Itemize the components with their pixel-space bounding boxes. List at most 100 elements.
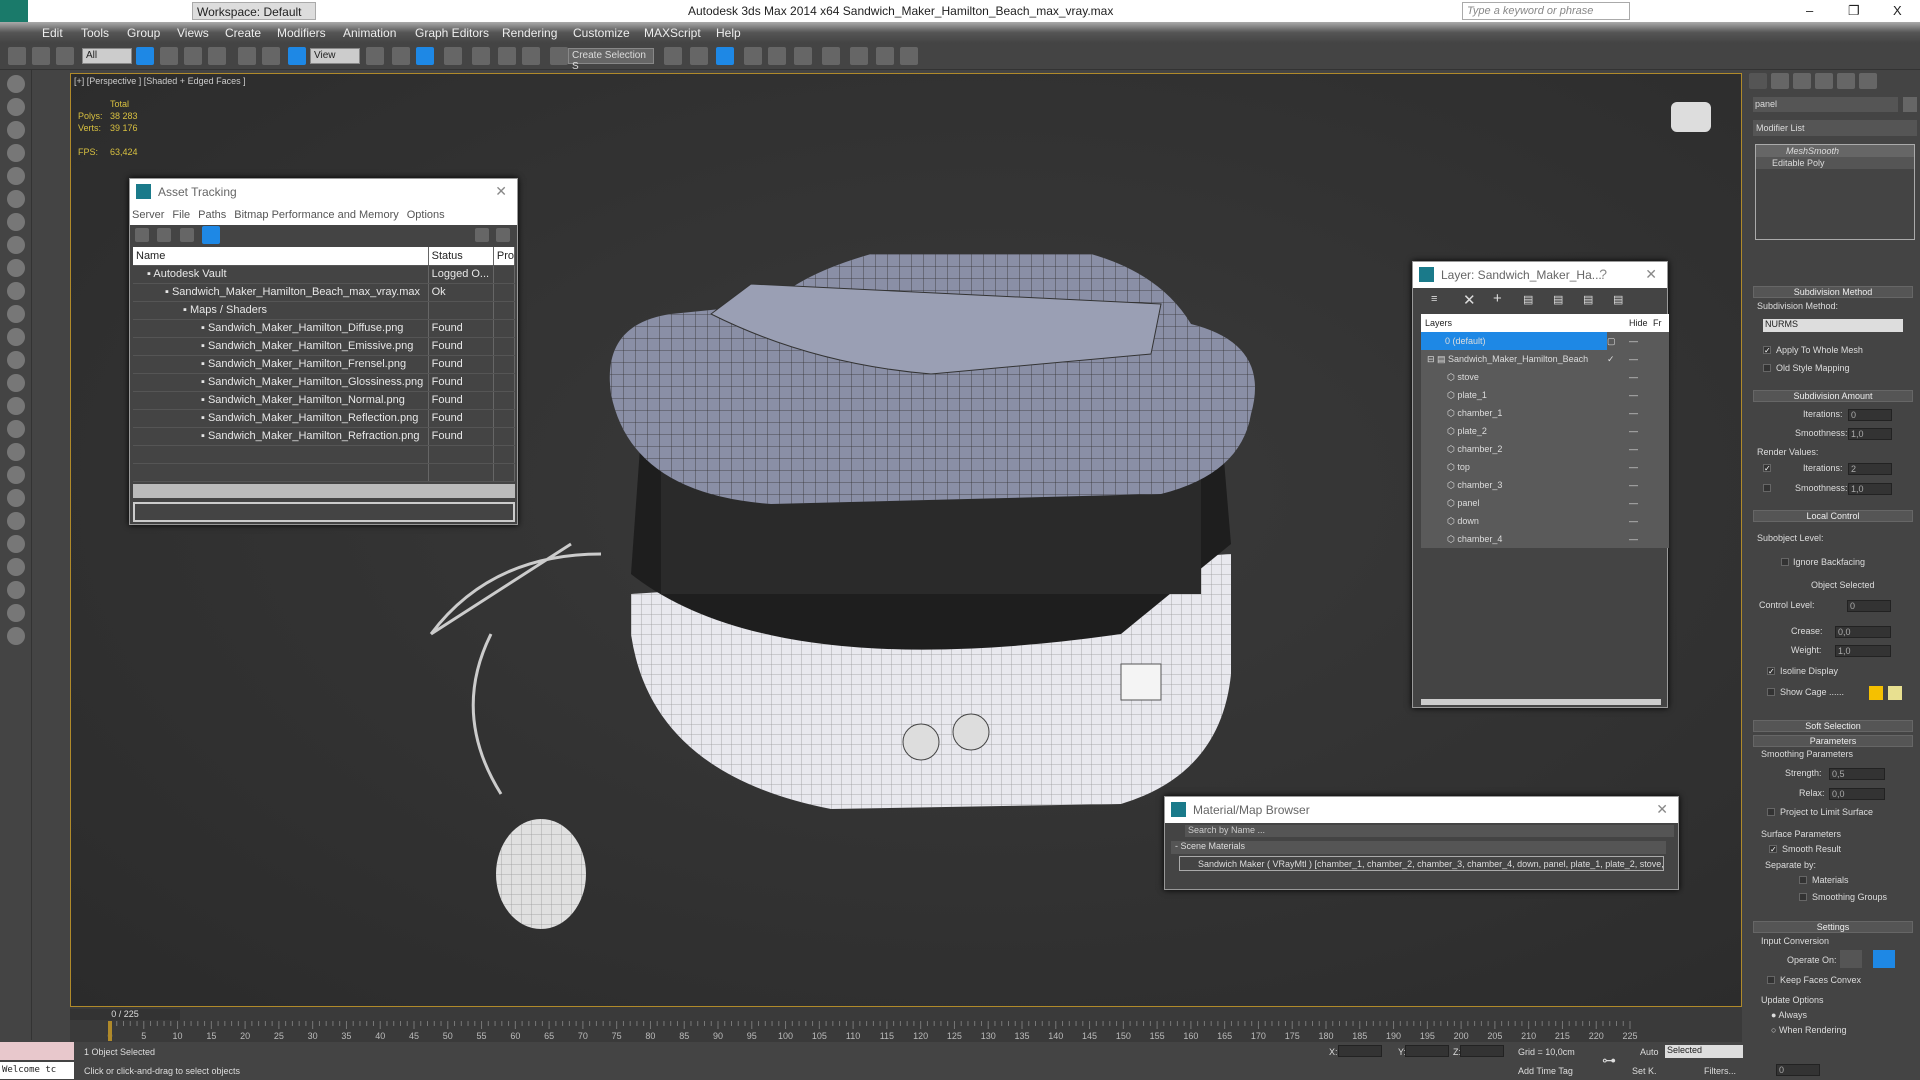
rotate-icon[interactable] (262, 47, 280, 65)
material-editor-icon[interactable] (822, 47, 840, 65)
selection-filter-dropdown[interactable]: All (82, 48, 132, 64)
menu-maxscript[interactable]: MAXScript (644, 26, 701, 40)
time-cursor[interactable] (108, 1021, 112, 1041)
motion-tab-icon[interactable] (1815, 73, 1833, 89)
tool-icon[interactable] (7, 627, 25, 645)
percent-snap-icon[interactable] (498, 47, 516, 65)
render-smoothness-spinner[interactable]: 1,0 (1848, 483, 1892, 495)
asset-row[interactable]: ▪ Sandwich_Maker_Hamilton_Normal.png Foun… (133, 391, 516, 410)
set-key-button[interactable]: Set K. (1632, 1066, 1657, 1076)
menu-views[interactable]: Views (177, 26, 209, 40)
keyboard-shortcut-icon[interactable] (416, 47, 434, 65)
utilities-tab-icon[interactable] (1859, 73, 1877, 89)
unlink-icon[interactable] (32, 47, 50, 65)
menu-paths[interactable]: Paths (198, 209, 226, 221)
tool-icon[interactable] (7, 351, 25, 369)
object-color-swatch[interactable] (1903, 97, 1917, 112)
scale-icon[interactable] (288, 47, 306, 65)
layer-object-row[interactable]: ⬡ plate_1— (1421, 386, 1669, 404)
delete-layer-icon[interactable]: ✕ (1463, 291, 1476, 309)
subdivision-method-dropdown[interactable]: NURMS (1763, 319, 1903, 332)
maxscript-mini-listener[interactable]: Welcome tc (0, 1062, 74, 1079)
tool-icon[interactable] (7, 397, 25, 415)
layer-object-row[interactable]: ⬡ top — (1421, 458, 1669, 476)
asset-row[interactable]: ▪ Sandwich_Maker_Hamilton_Glossiness.png… (133, 373, 516, 392)
time-slider[interactable]: 0 / 225 (70, 1009, 180, 1020)
tool-icon[interactable] (7, 604, 25, 622)
highlight-layer-icon[interactable]: ▤ (1553, 293, 1563, 306)
modifier-list-dropdown[interactable]: Modifier List (1753, 120, 1917, 136)
ignore-backfacing-checkbox[interactable] (1781, 558, 1789, 566)
tool-icon[interactable] (7, 420, 25, 438)
layer-object-row[interactable]: ⬡ down — (1421, 512, 1669, 530)
asset-row[interactable]: ▪ Sandwich_Maker_Hamilton_Diffuse.png Fou… (133, 319, 516, 338)
layer-object-row[interactable]: ⬡ panel — (1421, 494, 1669, 512)
layer-object-row[interactable]: ⬡ chamber_2— (1421, 440, 1669, 458)
cage-color-swatch[interactable] (1869, 686, 1883, 700)
minimize-button[interactable]: – (1806, 3, 1813, 18)
show-cage-checkbox[interactable] (1767, 688, 1775, 696)
maximize-button[interactable]: ❐ (1848, 3, 1860, 19)
rollout-parameters[interactable]: Parameters (1753, 735, 1913, 747)
rollout-subdivision-method[interactable]: Subdivision Method (1753, 286, 1913, 298)
tool-icon[interactable] (7, 558, 25, 576)
layer-row-default[interactable]: 0 (default) ▢ — (1421, 332, 1669, 350)
operate-on-faces-button[interactable] (1840, 950, 1862, 968)
col-pro[interactable]: Pro (493, 247, 516, 266)
hide-all-icon[interactable]: ▤ (1583, 293, 1593, 306)
current-frame-field[interactable]: 0 (1776, 1064, 1820, 1076)
layer-object-row[interactable]: ⬡ plate_2— (1421, 422, 1669, 440)
tool-icon[interactable] (7, 144, 25, 162)
close-button[interactable]: X (1893, 3, 1902, 18)
col-freeze[interactable]: Fr (1653, 314, 1669, 332)
menu-server[interactable]: Server (132, 209, 164, 221)
snap-icon[interactable] (444, 47, 462, 65)
old-style-mapping-checkbox[interactable] (1763, 364, 1771, 372)
render-setup-icon[interactable] (850, 47, 868, 65)
isoline-display-checkbox[interactable]: ✓ (1767, 667, 1775, 676)
app-logo[interactable] (0, 0, 28, 22)
reference-coord-dropdown[interactable]: View (310, 48, 360, 64)
z-coord-field[interactable] (1460, 1045, 1504, 1057)
tool-icon[interactable] (7, 328, 25, 346)
window-crossing-icon[interactable] (208, 47, 226, 65)
scene-explorer-icon[interactable] (744, 47, 762, 65)
project-limit-checkbox[interactable] (1767, 808, 1775, 816)
horizontal-scrollbar[interactable] (1421, 699, 1661, 705)
menu-rendering[interactable]: Rendering (502, 26, 557, 40)
close-button[interactable]: ✕ (1656, 801, 1668, 818)
weight-spinner[interactable]: 1,0 (1835, 645, 1891, 657)
asset-row[interactable]: ▪ Sandwich_Maker_Hamilton_Frensel.png Fou… (133, 355, 516, 374)
schematic-view-icon[interactable] (794, 47, 812, 65)
rendered-frame-icon[interactable] (876, 47, 894, 65)
manipulate-icon[interactable] (392, 47, 410, 65)
pivot-icon[interactable] (366, 47, 384, 65)
render-iterations-checkbox[interactable]: ✓ (1763, 464, 1771, 473)
rollout-settings[interactable]: Settings (1753, 921, 1913, 933)
refresh-icon[interactable] (135, 228, 149, 242)
tool-icon[interactable] (7, 75, 25, 93)
tool-icon[interactable] (7, 167, 25, 185)
spinner-snap-icon[interactable] (522, 47, 540, 65)
add-time-tag[interactable]: Add Time Tag (1518, 1066, 1573, 1076)
tool-icon[interactable] (7, 121, 25, 139)
relax-spinner[interactable]: 0,0 (1829, 788, 1885, 800)
render-iterations-spinner[interactable]: 2 (1848, 463, 1892, 475)
settings-help-icon[interactable] (496, 228, 510, 242)
render-smoothness-checkbox[interactable] (1763, 484, 1771, 492)
layer-manager-icon[interactable] (716, 47, 734, 65)
new-layer-icon[interactable]: ≡ (1431, 293, 1437, 305)
key-filters-button[interactable]: Filters... (1704, 1066, 1736, 1076)
close-button[interactable]: ✕ (495, 183, 507, 200)
iterations-spinner[interactable]: 0 (1848, 409, 1892, 421)
when-rendering-radio[interactable]: ○ When Rendering (1771, 1025, 1846, 1035)
auto-key-button[interactable]: Auto (1640, 1047, 1659, 1057)
curve-editor-icon[interactable] (768, 47, 786, 65)
asset-row[interactable]: ▪ Autodesk Vault Logged O... (133, 265, 516, 284)
scene-materials-header[interactable]: - Scene Materials (1171, 841, 1666, 854)
x-coord-field[interactable] (1338, 1045, 1382, 1057)
freeze-all-icon[interactable]: ▤ (1613, 293, 1623, 306)
path-field[interactable] (133, 501, 515, 522)
select-object-icon[interactable] (136, 47, 154, 65)
asset-row[interactable]: ▪ Sandwich_Maker_Hamilton_Beach_max_vray… (133, 283, 516, 302)
